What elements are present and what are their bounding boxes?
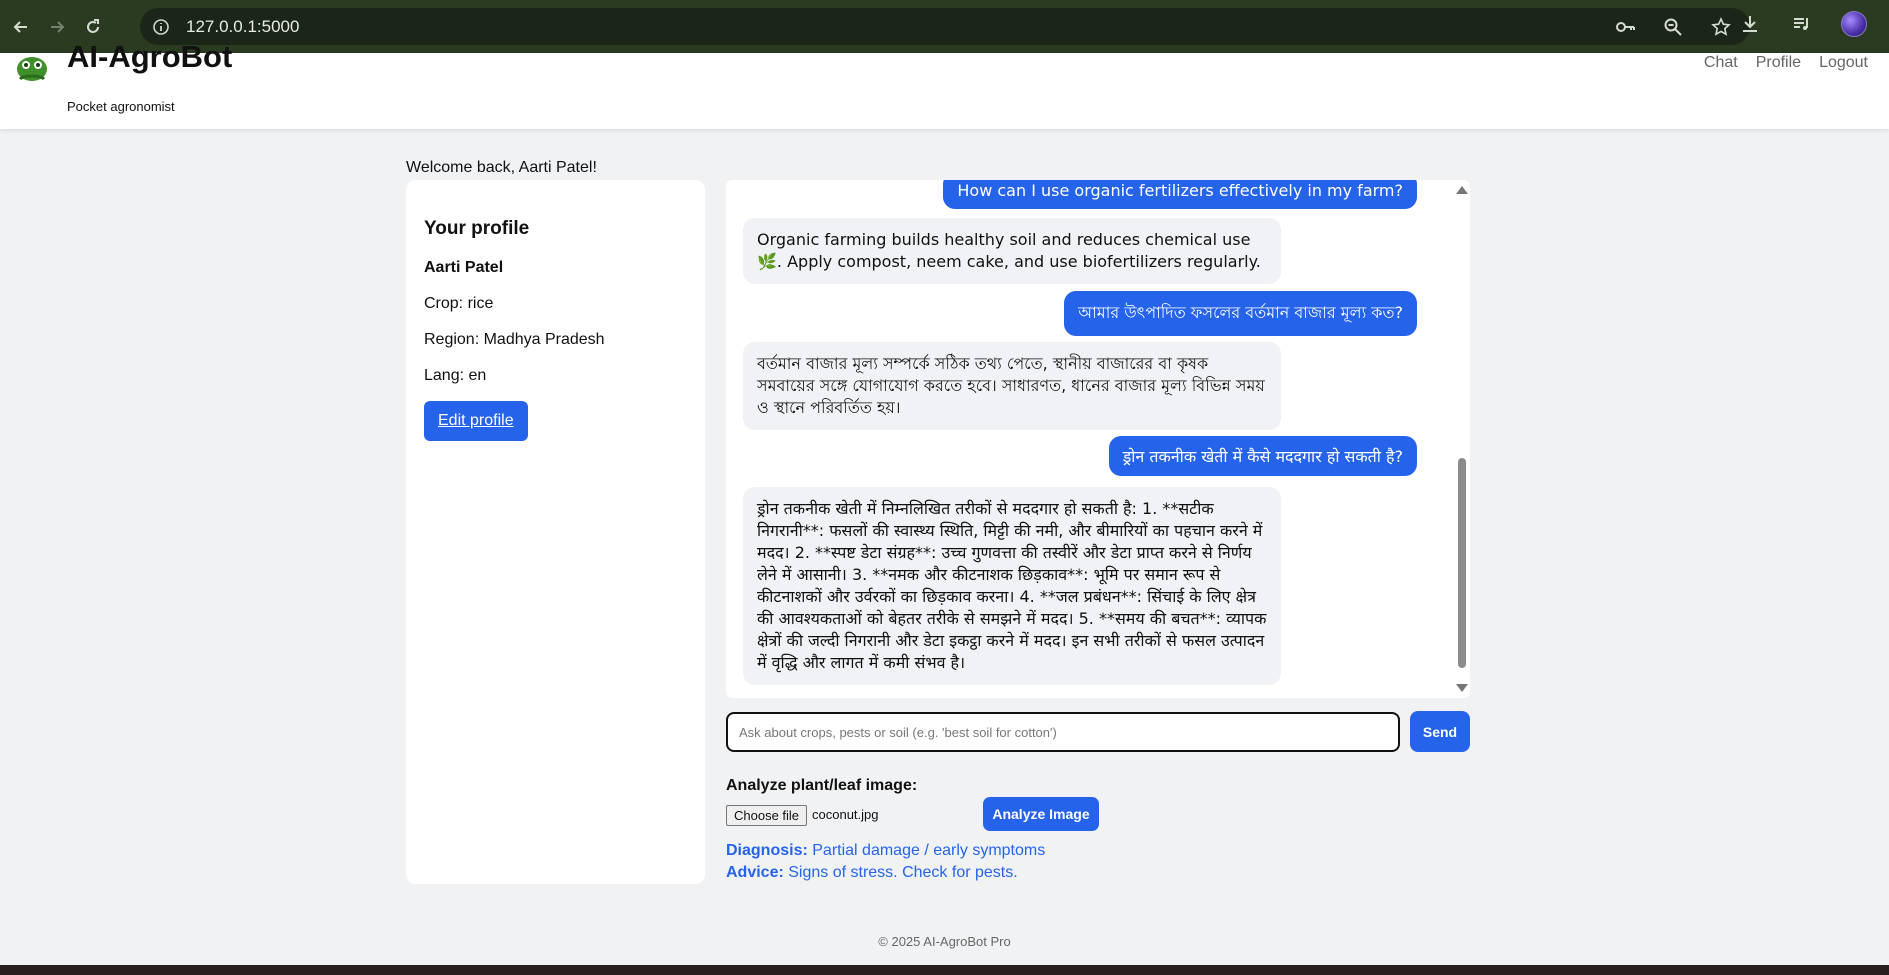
download-icon[interactable] [1737, 11, 1763, 37]
profile-crop: Crop: rice [424, 295, 494, 312]
chat-message-bot: বর্তমান বাজার মূল্য সম্পর্কে সঠিক তথ্য প… [743, 342, 1281, 430]
chat-message-user: আমার উৎপাদিত ফসলের বর্তমান বাজার মূল্য ক… [1064, 291, 1417, 336]
top-nav: Chat Profile Logout [1704, 54, 1868, 72]
selected-file-name: coconut.jpg [812, 807, 879, 822]
profile-avatar[interactable] [1841, 11, 1867, 37]
key-icon[interactable] [1612, 14, 1638, 40]
robot-logo-icon [12, 45, 52, 83]
edit-profile-button[interactable]: Edit profile [424, 401, 528, 441]
chat-input[interactable] [726, 712, 1400, 752]
brand-title: AI-AgroBot [67, 39, 233, 74]
browser-toolbar: 127.0.0.1:5000 [0, 0, 1889, 53]
media-icon[interactable] [1789, 11, 1815, 37]
site-info-icon[interactable] [148, 14, 174, 40]
profile-region: Region: Madhya Pradesh [424, 331, 605, 348]
footer-copyright: © 2025 AI-AgroBot Pro [878, 934, 1011, 949]
scrollbar-thumb[interactable] [1458, 458, 1466, 668]
forward-icon[interactable] [42, 12, 72, 42]
url-text[interactable]: 127.0.0.1:5000 [186, 17, 299, 37]
star-icon[interactable] [1708, 14, 1734, 40]
scroll-down-icon[interactable] [1456, 684, 1468, 692]
diagnosis-label: Diagnosis: [726, 842, 808, 859]
diagnosis-result: Diagnosis: Partial damage / early sympto… [726, 842, 1045, 860]
chat-message-user: ड्रोन तकनीक खेती में कैसे मददगार हो सकती… [1108, 436, 1417, 476]
profile-card: Your profile Aarti Patel Crop: rice Regi… [406, 180, 705, 884]
chat-messages: How can I use organic fertilizers effect… [726, 180, 1453, 698]
send-button[interactable]: Send [1410, 711, 1470, 752]
app-header: AI-AgroBot Pocket agronomist Chat Profil… [0, 39, 1889, 129]
brand-tagline: Pocket agronomist [67, 99, 175, 114]
nav-chat-link[interactable]: Chat [1704, 54, 1738, 72]
chat-scrollbar[interactable] [1453, 180, 1470, 698]
nav-logout-link[interactable]: Logout [1819, 54, 1868, 72]
welcome-message: Welcome back, Aarti Patel! [406, 159, 597, 176]
profile-lang: Lang: en [424, 367, 487, 384]
chat-message-bot: ड्रोन तकनीक खेती में निम्नलिखित तरीकों स… [743, 487, 1281, 685]
advice-label: Advice: [726, 864, 784, 881]
reload-icon[interactable] [78, 12, 108, 42]
profile-title: Your profile [424, 218, 530, 239]
nav-profile-link[interactable]: Profile [1756, 54, 1801, 72]
advice-result: Advice: Signs of stress. Check for pests… [726, 864, 1018, 882]
profile-name: Aarti Patel [424, 259, 504, 276]
choose-file-button[interactable]: Choose file [726, 805, 808, 826]
analyze-image-button[interactable]: Analyze Image [983, 797, 1099, 831]
address-bar[interactable]: 127.0.0.1:5000 [140, 8, 1750, 45]
analyze-image-label: Analyze plant/leaf image: [726, 777, 918, 794]
back-icon[interactable] [6, 12, 36, 42]
zoom-icon[interactable] [1660, 14, 1686, 40]
scroll-up-icon[interactable] [1456, 186, 1468, 194]
taskbar-strip [0, 965, 1889, 975]
chat-window[interactable]: How can I use organic fertilizers effect… [726, 180, 1470, 698]
diagnosis-value: Partial damage / early symptoms [812, 842, 1046, 859]
chat-message-bot: Organic farming builds healthy soil and … [743, 218, 1281, 284]
advice-value: Signs of stress. Check for pests. [788, 864, 1018, 881]
chat-message-user: How can I use organic fertilizers effect… [943, 180, 1417, 209]
